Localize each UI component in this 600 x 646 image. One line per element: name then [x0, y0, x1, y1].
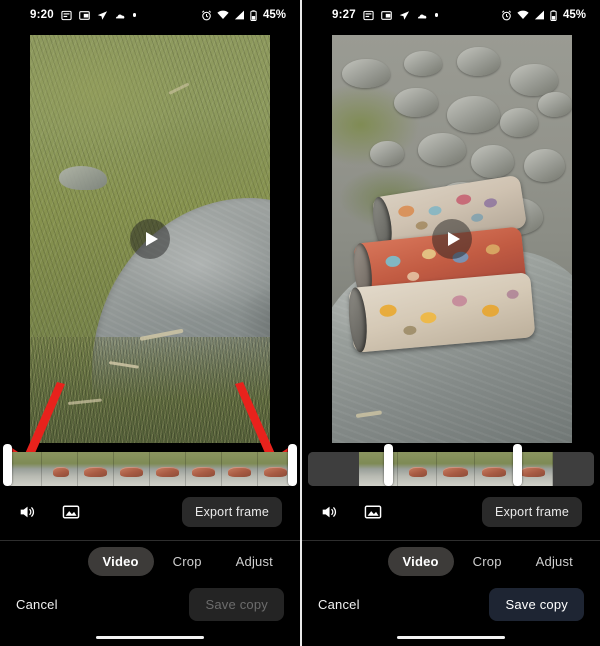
- alarm-icon: [201, 10, 212, 21]
- calendar-icon: [363, 10, 374, 21]
- status-bar: 9:27 45%: [302, 0, 600, 30]
- battery-percent: 45%: [562, 9, 586, 21]
- tab-video[interactable]: Video: [387, 546, 454, 576]
- status-time: 9:27: [332, 9, 356, 21]
- alarm-icon: [501, 10, 512, 21]
- trim-end-handle[interactable]: [513, 444, 522, 486]
- editor-toolbar: Export frame: [0, 490, 300, 534]
- filmstrip-frame: [398, 452, 437, 486]
- filmstrip-frame: [42, 452, 78, 486]
- battery-icon: [250, 9, 257, 21]
- cancel-button[interactable]: Cancel: [16, 597, 58, 612]
- stone: [524, 149, 565, 182]
- trim-end-handle[interactable]: [288, 444, 297, 486]
- filmstrip-frame: [222, 452, 258, 486]
- stone: [370, 141, 404, 166]
- stone: [418, 132, 467, 166]
- action-bar: Cancel Save copy: [302, 581, 600, 627]
- trimmed-region-right: [552, 452, 594, 486]
- stone: [456, 47, 500, 76]
- save-copy-button[interactable]: Save copy: [489, 587, 584, 621]
- editor-tabs: Video Crop Adjust: [302, 541, 600, 581]
- phone-screen-after: 9:27 45% Export frame Video Crop Adjust …: [300, 0, 600, 646]
- tab-adjust[interactable]: Adjust: [221, 547, 288, 576]
- export-frame-button[interactable]: Export frame: [482, 497, 582, 527]
- filmstrip-frame: [186, 452, 222, 486]
- filmstrip-frame: [436, 452, 476, 486]
- screenshot-comparison: 9:20 45% Export frame Video Crop Adjust …: [0, 0, 600, 646]
- volume-on-icon[interactable]: [320, 503, 338, 521]
- send-icon: [399, 10, 410, 21]
- home-pill[interactable]: [397, 635, 505, 639]
- stone: [394, 88, 438, 117]
- status-time: 9:20: [30, 9, 54, 21]
- filmstrip[interactable]: [6, 452, 294, 486]
- dot-icon: [132, 13, 137, 17]
- trim-start-handle[interactable]: [3, 444, 12, 486]
- editor-tabs: Video Crop Adjust: [0, 541, 300, 581]
- tab-crop[interactable]: Crop: [158, 547, 217, 576]
- save-copy-button[interactable]: Save copy: [189, 587, 284, 621]
- tab-video[interactable]: Video: [87, 546, 154, 576]
- battery-icon: [550, 9, 557, 21]
- stone: [404, 51, 443, 76]
- small-rock: [58, 165, 107, 191]
- calendar-icon: [61, 10, 72, 21]
- stone: [500, 108, 539, 137]
- status-bar: 9:20 45%: [0, 0, 300, 30]
- battery-percent: 45%: [262, 9, 286, 21]
- signal-icon: [534, 10, 545, 20]
- trimmed-region-left: [308, 452, 360, 486]
- video-stage: [302, 30, 600, 448]
- home-pill[interactable]: [96, 635, 204, 639]
- trim-start-handle[interactable]: [384, 444, 393, 486]
- screenshot-icon: [79, 10, 90, 21]
- filmstrip[interactable]: [308, 452, 594, 486]
- phone-screen-before: 9:20 45% Export frame Video Crop Adjust …: [0, 0, 300, 646]
- system-nav-bar: [302, 627, 600, 646]
- filmstrip-frame: [475, 452, 514, 486]
- video-preview[interactable]: [30, 35, 270, 443]
- export-frame-icon[interactable]: [364, 503, 382, 521]
- editor-toolbar: Export frame: [302, 490, 600, 534]
- filmstrip-frame: [150, 452, 186, 486]
- filmstrip-frames: [6, 452, 294, 486]
- export-frame-button[interactable]: Export frame: [182, 497, 282, 527]
- action-bar: Cancel Save copy: [0, 581, 300, 627]
- signal-icon: [234, 10, 245, 20]
- stone: [447, 96, 500, 133]
- video-stage: [0, 30, 300, 486]
- dot-icon: [434, 13, 439, 17]
- filmstrip-frame: [78, 452, 114, 486]
- video-preview[interactable]: [332, 35, 572, 443]
- foreground-grass: [30, 336, 270, 443]
- send-icon: [97, 10, 108, 21]
- tab-adjust[interactable]: Adjust: [521, 547, 588, 576]
- stone: [471, 145, 515, 178]
- wifi-icon: [517, 10, 529, 20]
- system-nav-bar: [0, 627, 300, 646]
- status-bar-left: 9:20: [30, 9, 137, 21]
- timeline[interactable]: [302, 444, 600, 490]
- screenshot-icon: [381, 10, 392, 21]
- volume-on-icon[interactable]: [18, 503, 36, 521]
- play-icon[interactable]: [130, 219, 170, 259]
- stone: [341, 59, 390, 89]
- status-bar-right: 45%: [501, 9, 586, 21]
- filmstrip-frame: [114, 452, 150, 486]
- cloud-icon: [115, 11, 126, 20]
- cancel-button[interactable]: Cancel: [318, 597, 360, 612]
- timeline[interactable]: [0, 444, 300, 490]
- tab-crop[interactable]: Crop: [458, 547, 517, 576]
- status-bar-right: 45%: [201, 9, 286, 21]
- cloud-icon: [417, 11, 428, 20]
- stone: [538, 92, 572, 117]
- play-icon[interactable]: [432, 219, 472, 259]
- status-bar-left: 9:27: [332, 9, 439, 21]
- wifi-icon: [217, 10, 229, 20]
- export-frame-icon[interactable]: [62, 503, 80, 521]
